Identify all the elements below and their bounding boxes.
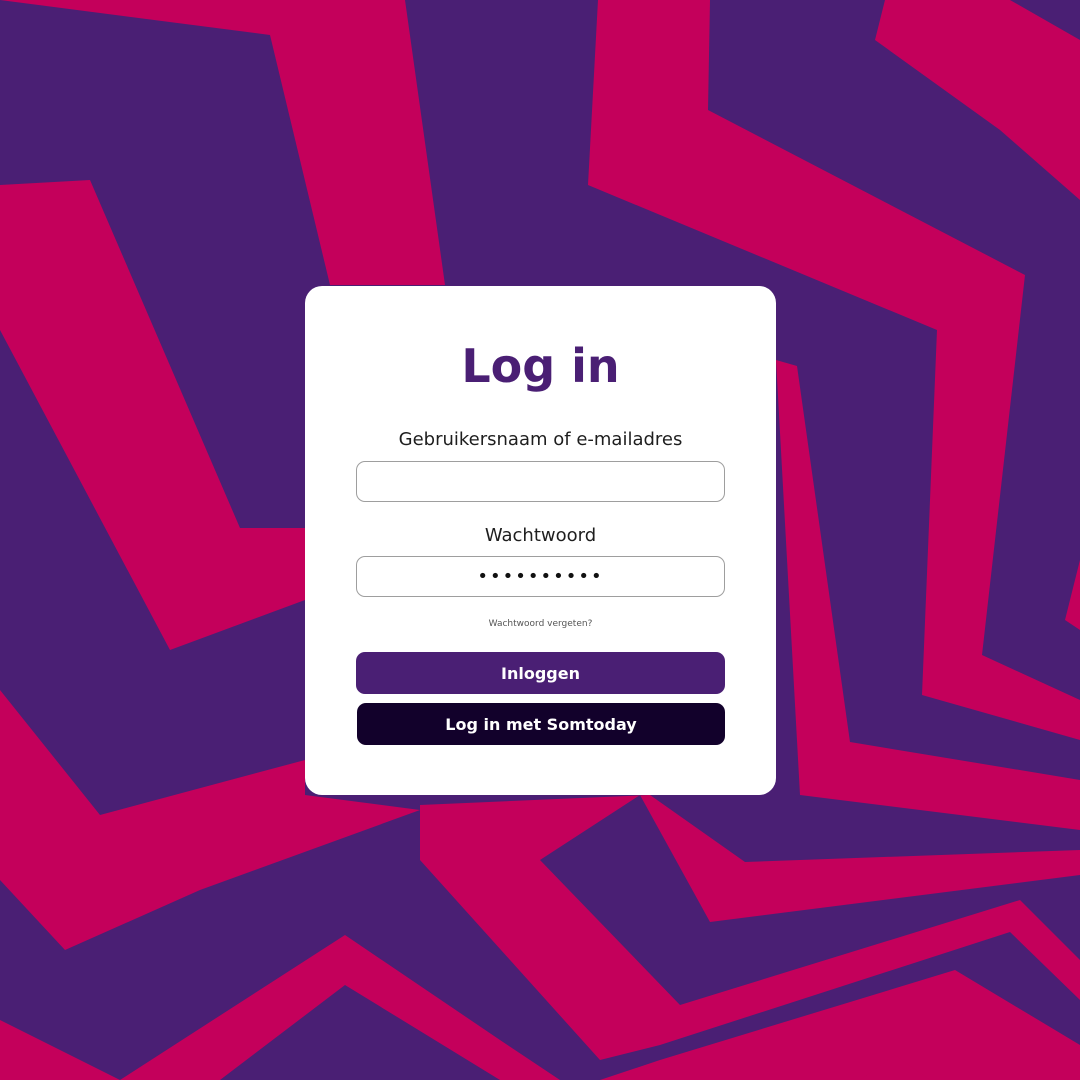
username-input[interactable]: [356, 461, 725, 502]
login-card: Log in Gebruikersnaam of e-mailadres Wac…: [305, 286, 776, 795]
login-button[interactable]: Inloggen: [356, 652, 725, 694]
username-label: Gebruikersnaam of e-mailadres: [398, 429, 683, 450]
password-label: Wachtwoord: [484, 525, 597, 546]
page-title: Log in: [461, 339, 620, 393]
forgot-password-link[interactable]: Wachtwoord vergeten?: [305, 619, 776, 629]
password-input[interactable]: [356, 556, 725, 597]
somtoday-login-button[interactable]: Log in met Somtoday: [357, 703, 725, 745]
